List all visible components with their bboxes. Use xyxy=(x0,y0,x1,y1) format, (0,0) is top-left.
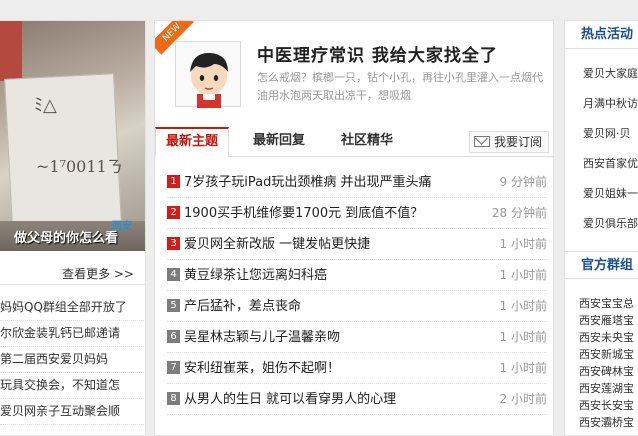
hot-activities-heading: 热点活动 xyxy=(565,21,638,49)
topic-time: 9 分钟前 xyxy=(499,175,547,189)
topic-row[interactable]: 5 产后猛补，差点丧命 1 小时前 xyxy=(167,291,547,322)
group-item[interactable]: 西安新城宝 xyxy=(565,346,638,363)
hot-activity-item[interactable]: 爱贝大家庭 xyxy=(565,59,638,89)
subscribe-button[interactable]: 我要订阅 xyxy=(468,131,549,153)
topic-time: 1 小时前 xyxy=(499,361,547,375)
topic-row[interactable]: 1 7岁孩子玩iPad玩出颈椎病 并出现严重头痛 9 分钟前 xyxy=(167,167,547,198)
left-list-item[interactable]: 玩具交换会，不知道怎 xyxy=(0,373,145,399)
topic-title[interactable]: 产后猛补，差点丧命 xyxy=(184,295,301,314)
topic-time: 1 小时前 xyxy=(499,237,547,251)
topic-rank-badge: 1 xyxy=(167,175,180,188)
more-row: 查看更多 >> xyxy=(0,261,145,285)
photo-red-object xyxy=(0,21,22,81)
mail-icon xyxy=(473,136,490,147)
topic-title[interactable]: 爱贝网全新改版 一键发帖更快捷 xyxy=(184,233,370,252)
hot-activity-item[interactable]: 西安首家优 xyxy=(565,149,638,179)
left-panel: ﾐ△ ~1⁷0011ㄋ 西安 做父母的你怎么看 查看更多 >> 妈妈QQ群组全部… xyxy=(0,20,146,436)
feature-title[interactable]: 中医理疗常识 我给大家找全了 xyxy=(257,41,498,66)
topic-row[interactable]: 2 1900买手机维修要1700元 到底值不值？ 28 分钟前 xyxy=(167,198,547,229)
topic-title[interactable]: 1900买手机维修要1700元 到底值不值？ xyxy=(184,202,423,221)
topic-row[interactable]: 6 吴星林志颖与儿子温馨亲吻 1 小时前 xyxy=(167,322,547,353)
right-panel: 热点活动 爱贝大家庭 月满中秋访 爱贝网·贝 西安首家优 爱贝姐妹一 爱贝俱乐部 官方群组… xyxy=(564,20,638,436)
group-item[interactable]: 西安宝宝总 xyxy=(565,295,638,312)
hot-activities-list: 爱贝大家庭 月满中秋访 爱贝网·贝 西安首家优 爱贝姐妹一 爱贝俱乐部 xyxy=(565,59,638,239)
topic-row[interactable]: 8 从男人的生日 就可以看穿男人的心理 2 小时前 xyxy=(167,384,547,415)
hot-activity-item[interactable]: 爱贝俱乐部 xyxy=(565,209,638,239)
topic-rank-badge: 5 xyxy=(167,299,180,312)
photo-box xyxy=(4,73,122,229)
tab-latest-replies[interactable]: 最新回复 xyxy=(253,127,305,157)
topic-row[interactable]: 7 安利纽崔莱，姐伤不起啊！ 1 小时前 xyxy=(167,353,547,384)
center-panel: NEW 中医理疗常识 我给大家找全了 怎么戒烟？槟榔一只，钻个小孔，再往小孔里灌… xyxy=(154,20,554,436)
topic-row[interactable]: 3 爱贝网全新改版 一键发帖更快捷 1 小时前 xyxy=(167,229,547,260)
topic-rank-badge: 6 xyxy=(167,330,180,343)
topic-rank-badge: 8 xyxy=(167,392,180,405)
topic-rank-badge: 3 xyxy=(167,237,180,250)
topic-title[interactable]: 吴星林志颖与儿子温馨亲吻 xyxy=(184,326,340,345)
tab-community-essence[interactable]: 社区精华 xyxy=(341,127,393,157)
topic-time: 1 小时前 xyxy=(499,330,547,344)
cartoon-avatar-icon xyxy=(190,52,228,108)
topic-row[interactable]: 4 黄豆绿茶让您远离妇科癌 1 小时前 xyxy=(167,260,547,291)
topic-title[interactable]: 黄豆绿茶让您远离妇科癌 xyxy=(184,264,327,283)
avatar[interactable] xyxy=(175,41,241,108)
photo-scribble-2: ~1⁷0011ㄋ xyxy=(36,157,123,176)
tab-latest-topics[interactable]: 最新主题 xyxy=(155,127,230,158)
photo-scribble: ﾐ△ xyxy=(34,95,57,116)
group-item[interactable]: 西安莲湖宝 xyxy=(565,380,638,397)
topic-time: 1 小时前 xyxy=(499,268,547,282)
group-item[interactable]: 西安未央宝 xyxy=(565,329,638,346)
topic-title[interactable]: 从男人的生日 就可以看穿男人的心理 xyxy=(184,388,396,407)
left-list-item[interactable]: 第二届西安爱贝妈妈 xyxy=(0,347,145,373)
topic-time: 28 分钟前 xyxy=(491,206,547,220)
featured-photo[interactable]: ﾐ△ ~1⁷0011ㄋ 西安 做父母的你怎么看 xyxy=(0,21,145,251)
official-groups-heading: 官方群组 xyxy=(565,251,638,279)
topic-rank-badge: 7 xyxy=(167,361,180,374)
topic-tabs: 最新主题 最新回复 社区精华 我要订阅 xyxy=(155,127,553,158)
subscribe-label: 我要订阅 xyxy=(493,135,542,149)
left-news-list: 妈妈QQ群组全部开放了 尔欣金装乳钙已邮递请 第二届西安爱贝妈妈 玩具交换会，不知道怎… xyxy=(0,295,145,425)
topic-title[interactable]: 安利纽崔莱，姐伤不起啊！ xyxy=(184,357,340,376)
topic-time: 2 小时前 xyxy=(499,392,547,406)
left-list-item[interactable]: 爱贝网亲子互动聚会顺 xyxy=(0,399,145,425)
photo-caption[interactable]: 做父母的你怎么看 xyxy=(14,227,118,246)
topic-time: 1 小时前 xyxy=(499,299,547,313)
view-more-link[interactable]: 查看更多 >> xyxy=(62,265,134,282)
group-item[interactable]: 西安雁塔宝 xyxy=(565,312,638,329)
group-item[interactable]: 西安碑林宝 xyxy=(565,363,638,380)
hot-activity-item[interactable]: 爱贝网·贝 xyxy=(565,119,638,149)
topic-rank-badge: 2 xyxy=(167,206,180,219)
group-item[interactable]: 西安长安宝 xyxy=(565,397,638,414)
feature-description: 怎么戒烟？槟榔一只，钻个小孔，再往小孔里灌入一点烟代油用水泡两天取出凉干，想吸烟 xyxy=(257,71,543,102)
official-groups-list: 西安宝宝总 西安雁塔宝 西安未央宝 西安新城宝 西安碑林宝 西安莲湖宝 西安长安宝 西安灞桥宝 xyxy=(565,295,638,431)
topic-rank-badge: 4 xyxy=(167,268,180,281)
hot-activity-item[interactable]: 爱贝姐妹一 xyxy=(565,179,638,209)
left-list-item[interactable]: 尔欣金装乳钙已邮递请 xyxy=(0,321,145,347)
topic-title[interactable]: 7岁孩子玩iPad玩出颈椎病 并出现严重头痛 xyxy=(184,171,432,190)
hot-activity-item[interactable]: 月满中秋访 xyxy=(565,89,638,119)
topic-list: 1 7岁孩子玩iPad玩出颈椎病 并出现严重头痛 9 分钟前 2 1900买手机维修要1… xyxy=(167,167,547,415)
group-item[interactable]: 西安灞桥宝 xyxy=(565,414,638,431)
left-list-item[interactable]: 妈妈QQ群组全部开放了 xyxy=(0,295,145,321)
